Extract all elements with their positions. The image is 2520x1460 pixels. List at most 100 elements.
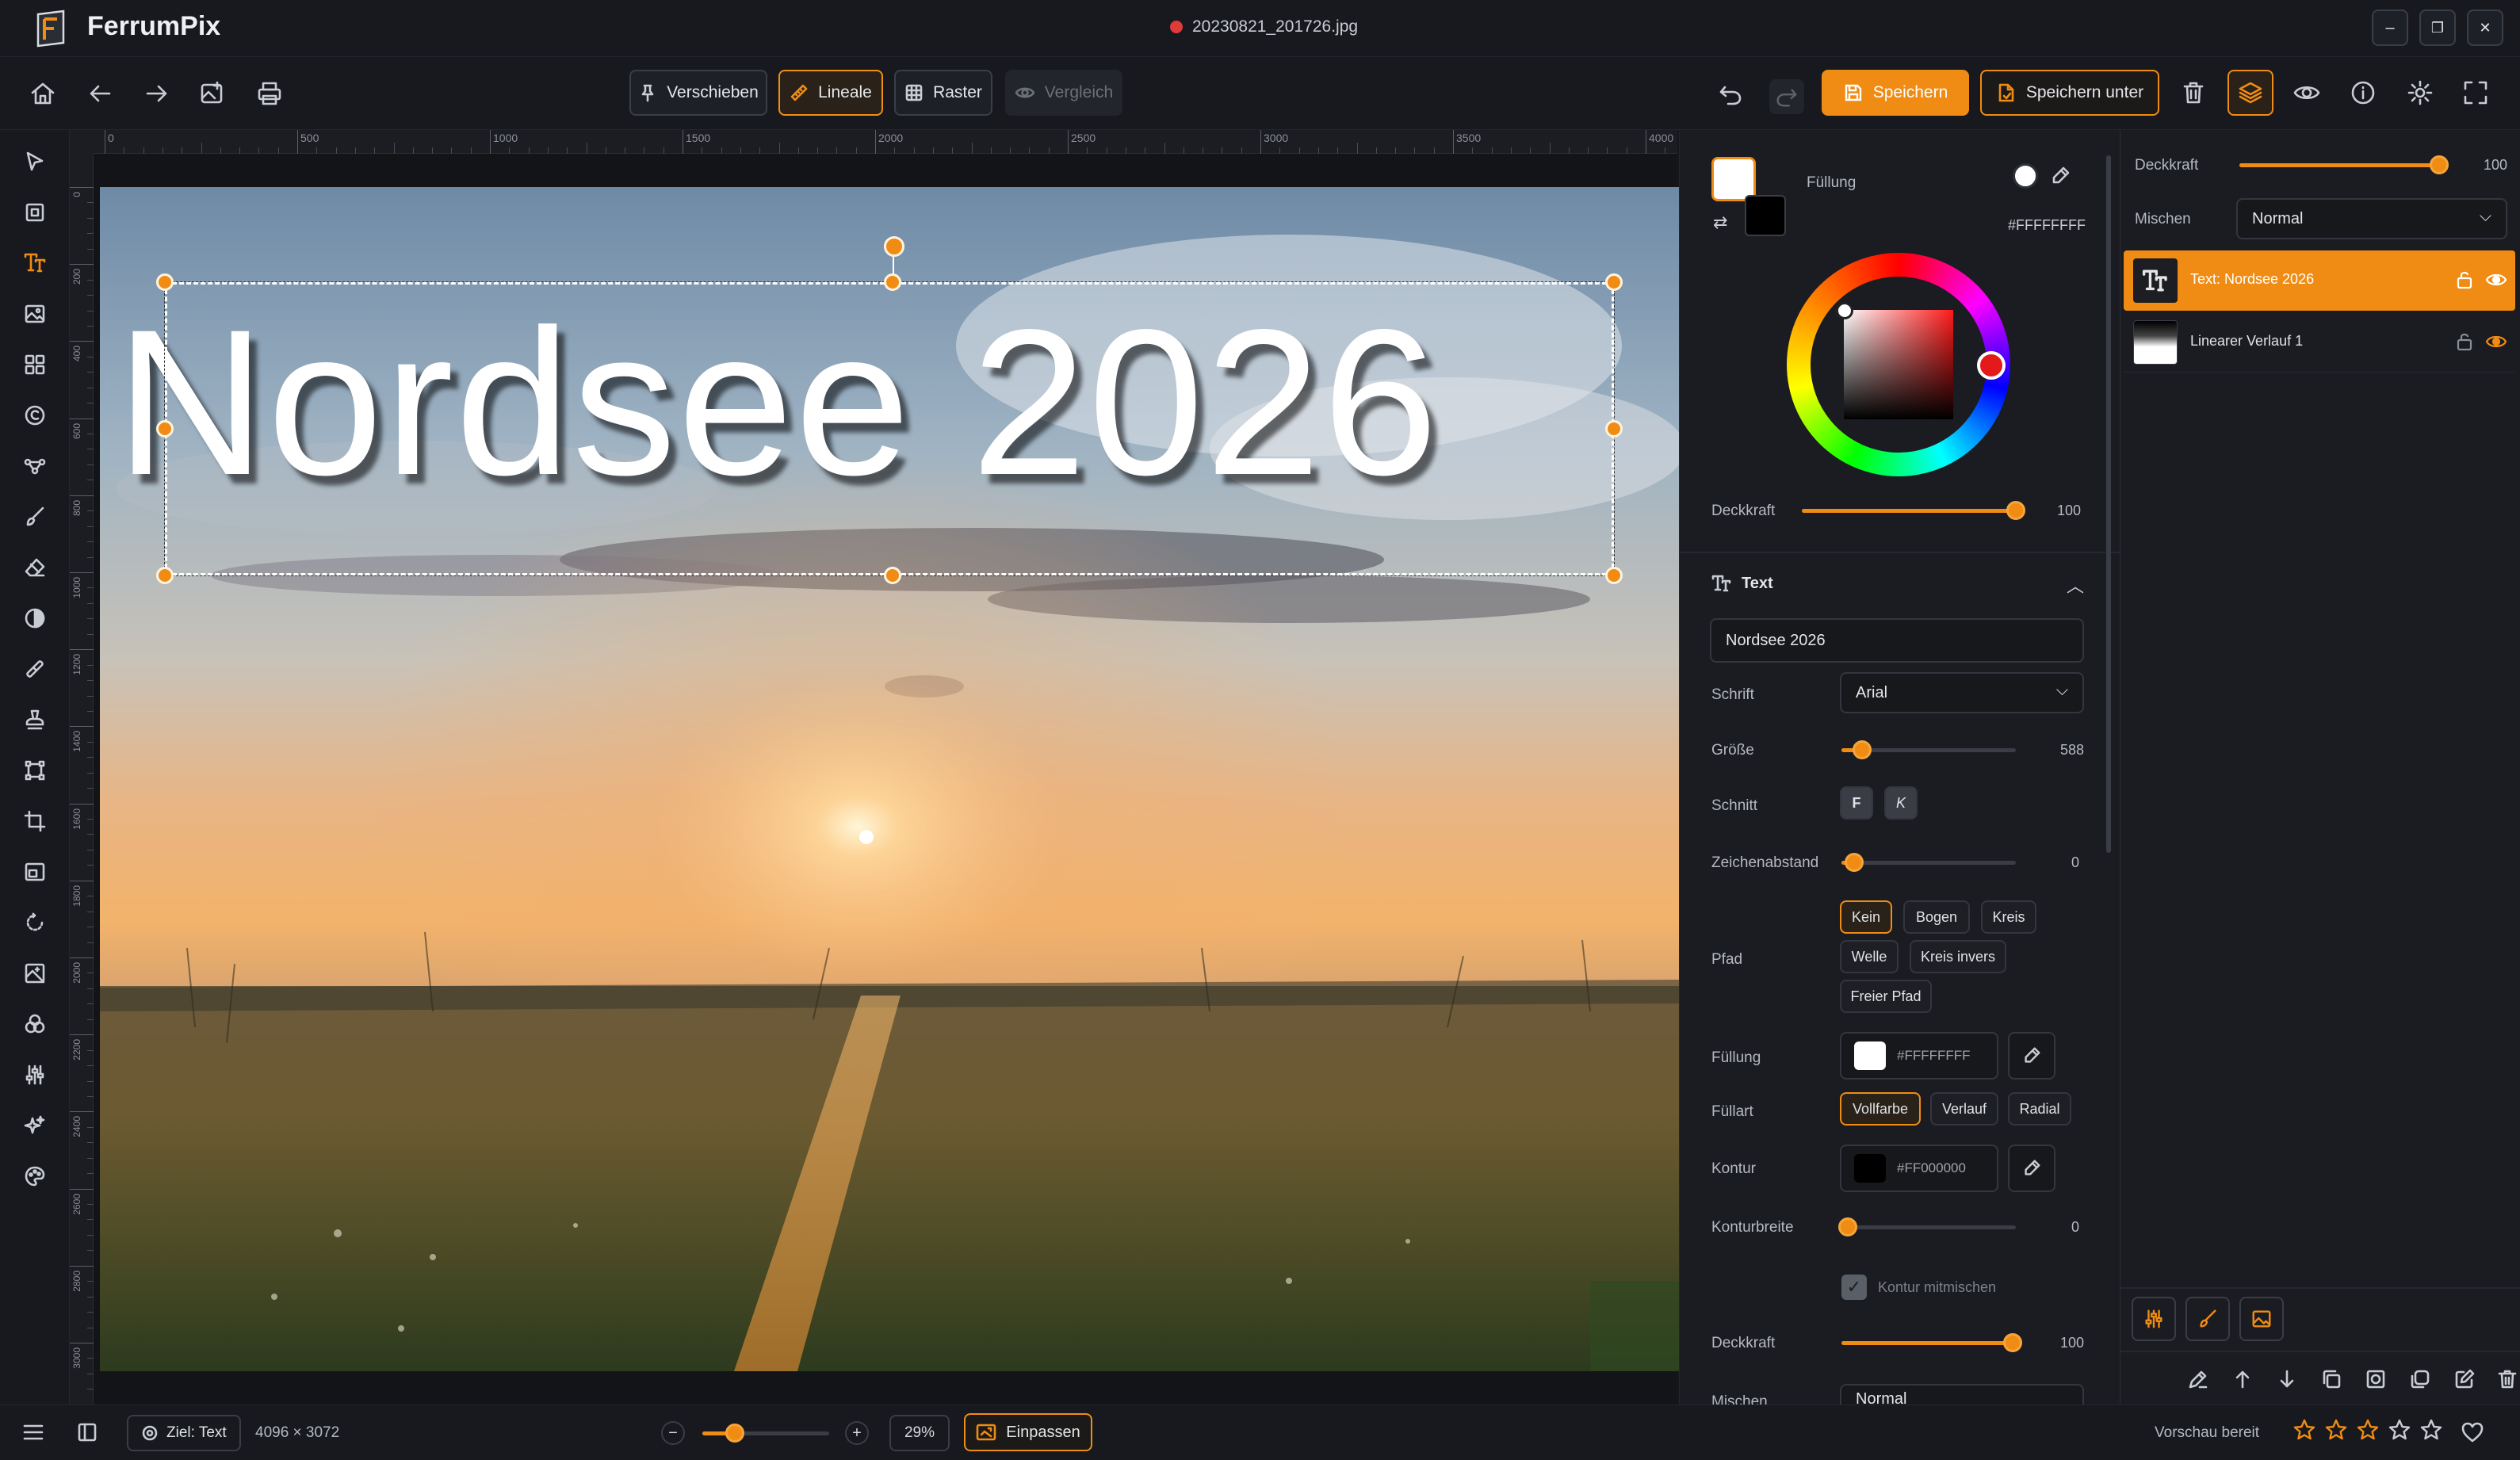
shapes-tool-icon[interactable]: [19, 349, 51, 380]
eraser-tool-icon[interactable]: [19, 552, 51, 583]
contrast-tool-icon[interactable]: [19, 602, 51, 634]
resize-handle-mr[interactable]: [1605, 420, 1623, 438]
mode-rulers-button[interactable]: Lineale: [778, 70, 883, 116]
mode-move-button[interactable]: Verschieben: [629, 70, 767, 116]
rating-star-icon[interactable]: [2292, 1418, 2316, 1442]
rotate-tool-icon[interactable]: [19, 907, 51, 938]
stroke-blend-checkbox[interactable]: ✓: [1841, 1275, 1867, 1300]
layer-edit-icon[interactable]: [2453, 1368, 2476, 1390]
palette-icon[interactable]: [19, 1160, 51, 1192]
text-blend-select[interactable]: Normal: [1840, 1384, 2084, 1405]
favorite-heart-icon[interactable]: [2461, 1421, 2484, 1443]
layer-item-gradient[interactable]: Linearer Verlauf 1: [2124, 312, 2515, 373]
text-fill-color-field[interactable]: #FFFFFFFF: [1840, 1032, 1998, 1080]
text-section-header[interactable]: Text: [1711, 574, 1773, 593]
info-icon[interactable]: [2350, 79, 2377, 106]
text-content-input[interactable]: Nordsee 2026: [1710, 618, 2084, 663]
layer-opacity-slider[interactable]: [2239, 155, 2449, 174]
bold-toggle[interactable]: F: [1840, 786, 1873, 820]
swap-colors-icon[interactable]: ⇄: [1713, 212, 1727, 233]
fullscreen-icon[interactable]: [2462, 79, 2489, 106]
zoom-value[interactable]: 29%: [889, 1415, 950, 1451]
select-arrow-icon[interactable]: [19, 146, 51, 178]
fit-button[interactable]: Einpassen: [964, 1413, 1092, 1451]
home-icon[interactable]: [29, 79, 57, 108]
image-tool-icon[interactable]: [19, 298, 51, 330]
path-option-free[interactable]: Freier Pfad: [1840, 980, 1932, 1013]
horizontal-ruler[interactable]: 0 500 1000 1500 2000 2500 3000 3500 4000: [94, 130, 1677, 154]
minimize-button[interactable]: –: [2372, 10, 2408, 46]
font-select[interactable]: Arial ⌵: [1840, 672, 2084, 713]
brush-tool-icon[interactable]: [19, 501, 51, 533]
copyright-watermark-icon[interactable]: [19, 399, 51, 431]
color-opacity-slider[interactable]: [1802, 501, 2025, 520]
layer-item-text[interactable]: Text: Nordsee 2026: [2124, 250, 2515, 311]
image-edit-icon[interactable]: [198, 79, 227, 108]
layer-delete-icon[interactable]: [2496, 1368, 2518, 1390]
menu-hamburger-icon[interactable]: [22, 1423, 44, 1442]
properties-scrollbar[interactable]: [2106, 155, 2111, 853]
font-size-slider[interactable]: [1841, 740, 2016, 759]
transform-tool-icon[interactable]: [19, 755, 51, 786]
mode-grid-button[interactable]: Raster: [894, 70, 992, 116]
magic-sparkle-icon[interactable]: [19, 1110, 51, 1141]
resize-handle-bc[interactable]: [884, 567, 901, 584]
rating-star-icon[interactable]: [2388, 1418, 2411, 1442]
layer-adjust-button[interactable]: [2132, 1297, 2176, 1341]
rating-star-icon[interactable]: [2324, 1418, 2348, 1442]
layer-image-button[interactable]: [2239, 1297, 2284, 1341]
print-icon[interactable]: [255, 79, 284, 108]
layer-move-up-icon[interactable]: [2231, 1368, 2254, 1390]
path-option-none[interactable]: Kein: [1840, 900, 1892, 934]
letter-spacing-slider[interactable]: [1841, 853, 2016, 872]
layer-duplicate-icon[interactable]: [2320, 1368, 2342, 1390]
mode-compare-button[interactable]: Vergleich: [1005, 70, 1122, 116]
resize-handle-tc[interactable]: [884, 273, 901, 291]
bandage-heal-icon[interactable]: [19, 653, 51, 685]
path-option-circle[interactable]: Kreis: [1981, 900, 2036, 934]
color-wheel[interactable]: [1787, 253, 2010, 476]
secondary-color-swatch[interactable]: [1745, 195, 1786, 236]
lock-icon[interactable]: [2455, 331, 2474, 352]
rating-star-icon[interactable]: [2356, 1418, 2380, 1442]
stroke-color-field[interactable]: #FF000000: [1840, 1145, 1998, 1192]
color-mix-icon[interactable]: [19, 1008, 51, 1040]
photo-canvas[interactable]: Nordsee 2026: [100, 187, 1679, 1371]
stroke-width-slider[interactable]: [1838, 1217, 2016, 1236]
text-tool-icon[interactable]: [19, 247, 51, 279]
text-selection-box[interactable]: [164, 281, 1615, 576]
layer-move-down-icon[interactable]: [2276, 1368, 2298, 1390]
fill-type-radial[interactable]: Radial: [2008, 1092, 2071, 1126]
preview-eye-icon[interactable]: [2292, 79, 2321, 106]
path-nodes-icon[interactable]: [19, 450, 51, 482]
resize-handle-tr[interactable]: [1605, 273, 1623, 291]
path-option-wave[interactable]: Welle: [1840, 940, 1899, 973]
sliders-adjust-icon[interactable]: [19, 1059, 51, 1091]
layer-rename-icon[interactable]: [2187, 1368, 2209, 1390]
text-opacity-slider[interactable]: [1841, 1333, 2022, 1352]
panel-toggle-icon[interactable]: [76, 1421, 98, 1443]
forward-icon[interactable]: [143, 79, 171, 108]
resize-handle-tl[interactable]: [156, 273, 174, 291]
layer-blend-select[interactable]: Normal ⌵: [2236, 198, 2507, 239]
hue-picker-handle[interactable]: [1977, 351, 2006, 380]
undo-history-back-icon[interactable]: [86, 79, 114, 108]
rating-stars[interactable]: [2292, 1418, 2443, 1442]
zoom-in-button[interactable]: +: [845, 1421, 869, 1445]
stroke-eyedropper-button[interactable]: [2008, 1145, 2055, 1192]
stamp-tool-icon[interactable]: [19, 704, 51, 736]
zoom-out-button[interactable]: −: [661, 1421, 685, 1445]
rotation-handle[interactable]: [884, 236, 904, 257]
resize-image-icon[interactable]: [19, 856, 51, 888]
visibility-eye-icon[interactable]: [2485, 271, 2507, 289]
lock-icon[interactable]: [2455, 269, 2474, 290]
vertical-ruler[interactable]: 0 200 400 600 800 1000 1200 1400 1600 1800 2000 220…: [70, 154, 94, 1405]
collapse-chevron-up-icon[interactable]: ︿: [2067, 572, 2084, 598]
save-button[interactable]: Speichern: [1822, 70, 1969, 116]
layer-mask-icon[interactable]: [2365, 1368, 2387, 1390]
fill-type-gradient[interactable]: Verlauf: [1930, 1092, 1998, 1126]
undo-icon[interactable]: [1717, 81, 1744, 108]
saturation-value-square[interactable]: [1844, 310, 1953, 419]
sv-picker-handle[interactable]: [1836, 302, 1853, 319]
rating-star-icon[interactable]: [2419, 1418, 2443, 1442]
